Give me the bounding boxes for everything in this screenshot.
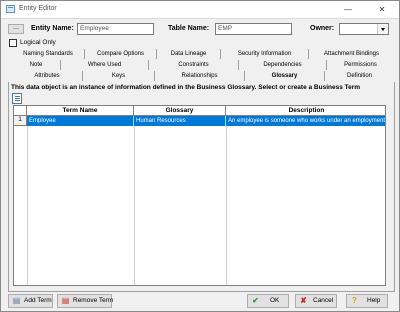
entity-name-label: Entity Name: <box>31 25 74 32</box>
owner-label: Owner: <box>310 25 335 32</box>
close-icon[interactable]: ✕ <box>365 1 399 18</box>
column-header-term-name[interactable]: Term Name <box>27 106 134 116</box>
table-name-field[interactable]: EMP <box>215 23 292 35</box>
tab-row-3: Attributes Keys Relationships Glossary D… <box>8 71 395 81</box>
tab-dependencies[interactable]: Dependencies <box>238 60 326 70</box>
help-question-icon: ? <box>352 296 357 305</box>
tab-permissions[interactable]: Permissions <box>326 60 394 70</box>
cell-glossary[interactable]: Human Resources <box>134 116 226 126</box>
owner-dropdown[interactable] <box>339 23 389 35</box>
tab-naming-standards[interactable]: Naming Standards <box>12 49 84 59</box>
checkmark-icon: ✔ <box>252 296 259 305</box>
help-label: Help <box>367 297 381 304</box>
remove-term-label: Remove Term <box>73 297 114 304</box>
glossary-grid[interactable]: Term Name Glossary Description 1 Employe… <box>13 105 386 286</box>
bottom-button-bar: ▤ Add Term ▤ Remove Term ✔ OK ✘ Cancel ?… <box>1 292 399 311</box>
tab-where-used[interactable]: Where Used <box>60 60 148 70</box>
cell-description[interactable]: An employee is someone who works under a… <box>226 116 385 126</box>
tab-row-1: Naming Standards Compare Options Data Li… <box>8 49 395 59</box>
ellipsis-button[interactable]: ... <box>8 24 24 34</box>
tab-relationships[interactable]: Relationships <box>154 71 244 81</box>
tab-keys[interactable]: Keys <box>82 71 154 81</box>
grid-line <box>226 126 227 285</box>
tab-compare-options[interactable]: Compare Options <box>84 49 156 59</box>
entity-editor-window: Entity Editor — ✕ ... Entity Name: Emplo… <box>0 0 400 312</box>
grid-line <box>27 126 28 285</box>
cancel-label: Cancel <box>313 297 334 304</box>
tab-security-information[interactable]: Security Information <box>220 49 308 59</box>
cell-term-name[interactable]: Employee <box>27 116 134 126</box>
remove-term-button[interactable]: ▤ Remove Term <box>57 294 114 308</box>
ok-label: OK <box>270 297 280 304</box>
entity-name-field[interactable]: Employee <box>77 23 154 35</box>
table-name-label: Table Name: <box>168 25 210 32</box>
minimize-icon[interactable]: — <box>331 1 365 18</box>
add-term-icon: ▤ <box>12 296 21 305</box>
remove-term-icon: ▤ <box>61 296 70 305</box>
app-icon <box>6 5 15 13</box>
add-term-label: Add Term <box>24 297 52 304</box>
cancel-button[interactable]: ✘ Cancel <box>295 294 337 308</box>
tab-glossary[interactable]: Glossary <box>244 71 324 81</box>
logical-only-label: Logical Only <box>20 39 56 46</box>
chevron-down-icon[interactable] <box>377 24 388 34</box>
ok-button[interactable]: ✔ OK <box>247 294 289 308</box>
logical-only-checkbox[interactable] <box>9 39 17 47</box>
add-term-button[interactable]: ▤ Add Term <box>8 294 53 308</box>
column-header-glossary[interactable]: Glossary <box>134 106 226 116</box>
tab-data-lineage[interactable]: Data Lineage <box>156 49 220 59</box>
row-header-corner <box>14 106 27 116</box>
glossary-description: This data object is an instance of infor… <box>11 84 361 91</box>
new-term-icon[interactable] <box>12 93 22 104</box>
cancel-x-icon: ✘ <box>300 296 307 305</box>
help-button[interactable]: ? Help <box>346 294 388 308</box>
title-bar: Entity Editor — ✕ <box>1 1 399 19</box>
row-number: 1 <box>14 116 27 126</box>
window-title: Entity Editor <box>19 5 57 12</box>
tab-row-2: Note Where Used Constraints Dependencies… <box>8 60 395 70</box>
column-header-description[interactable]: Description <box>226 106 385 116</box>
tab-constraints[interactable]: Constraints <box>148 60 238 70</box>
tab-definition[interactable]: Definition <box>324 71 394 81</box>
grid-line <box>134 126 135 285</box>
tab-attachment-bindings[interactable]: Attachment Bindings <box>308 49 394 59</box>
tab-attributes[interactable]: Attributes <box>12 71 82 81</box>
tab-note[interactable]: Note <box>12 60 60 70</box>
